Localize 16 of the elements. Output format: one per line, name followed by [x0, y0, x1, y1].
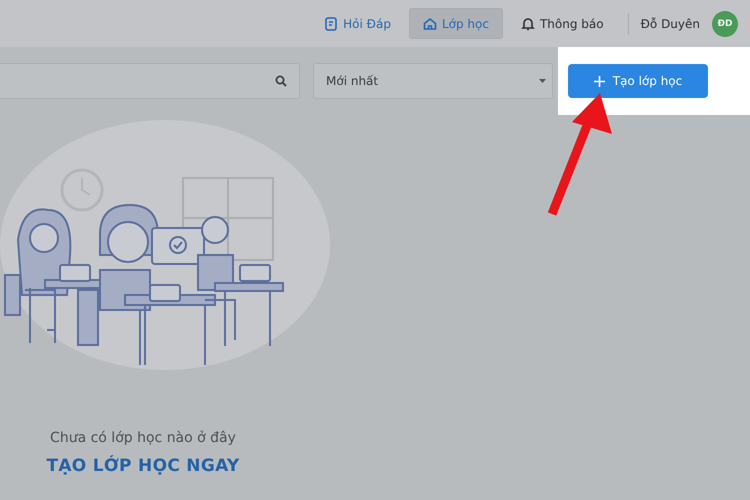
empty-message: Chưa có lớp học nào ở đây — [50, 430, 236, 446]
sort-dropdown[interactable]: Mới nhất — [313, 63, 553, 99]
document-icon — [324, 16, 338, 30]
home-icon — [422, 16, 437, 30]
create-class-link[interactable]: TẠO LỚP HỌC NGAY — [46, 456, 240, 476]
search-icon — [275, 75, 287, 87]
plus-icon — [594, 76, 605, 86]
search-field[interactable] — [0, 63, 300, 99]
nav-tab[interactable]: Thông báo — [506, 8, 618, 39]
nav-tab[interactable]: Hỏi Đáp — [310, 8, 405, 39]
user-name[interactable]: Đỗ Duyên — [640, 16, 700, 30]
caret-icon — [539, 79, 546, 83]
nav-tab[interactable]: Lớp học — [408, 8, 503, 39]
user-avatar[interactable]: ĐD — [712, 10, 738, 36]
bell-icon — [520, 16, 535, 30]
create-class-button[interactable]: Tạo lớp học — [568, 64, 708, 98]
